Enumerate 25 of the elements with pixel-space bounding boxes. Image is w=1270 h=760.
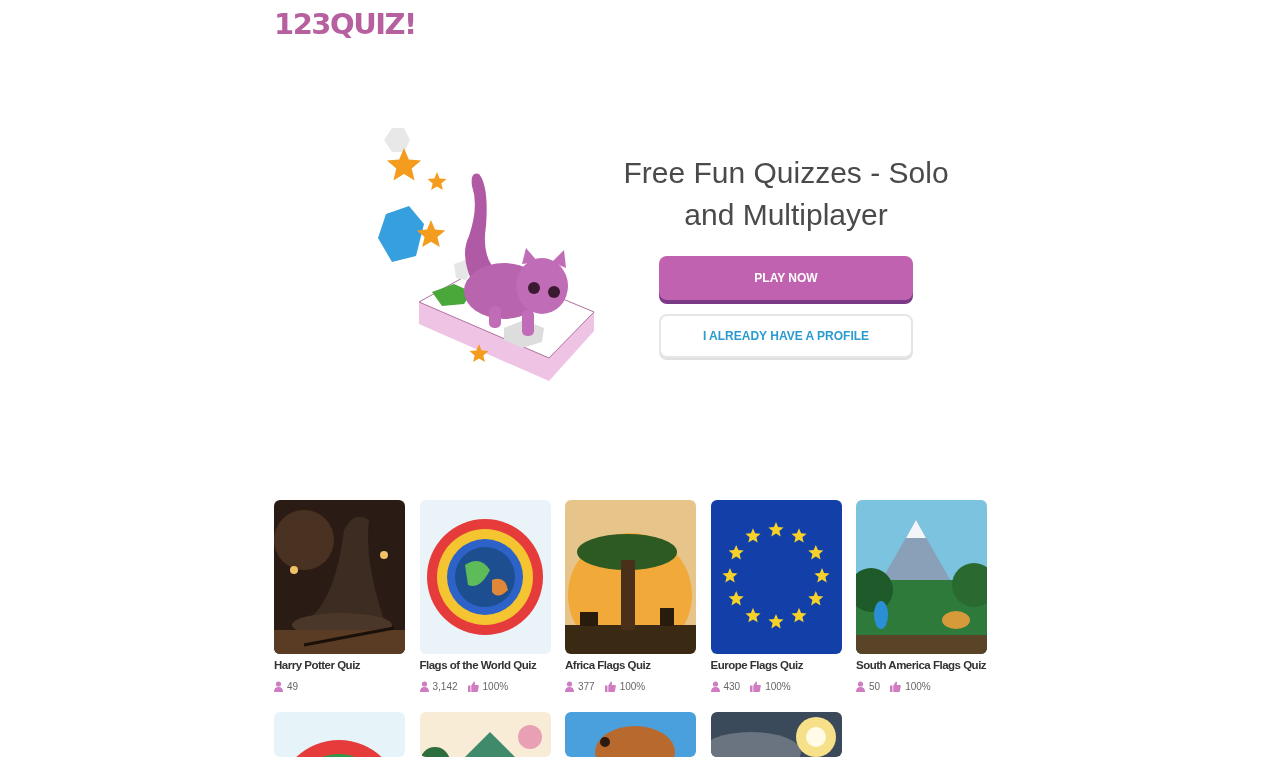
quiz-title[interactable]: Flags of the World Quiz — [419, 659, 537, 671]
player-count: 49 — [287, 680, 299, 692]
quiz-title[interactable]: Harry Potter Quiz — [274, 659, 361, 671]
person-icon — [565, 680, 574, 692]
like-percentage: 100% — [482, 680, 509, 692]
person-icon — [419, 680, 429, 692]
like-percentage: 100% — [765, 680, 791, 692]
quiz-title[interactable]: Africa Flags Quiz — [565, 659, 651, 671]
site-logo[interactable]: 123QUIZ! — [274, 6, 416, 42]
person-icon — [274, 680, 283, 692]
player-count: 377 — [578, 680, 595, 692]
quiz-title[interactable]: Europe Flags Quiz — [710, 659, 803, 671]
like-percentage: 100% — [619, 680, 646, 692]
player-count: 50 — [869, 680, 881, 692]
player-count: 430 — [723, 680, 741, 692]
quiz-title[interactable]: South America Flags Quiz — [856, 659, 987, 671]
thumbs-up-icon — [604, 680, 616, 692]
thumbs-up-icon — [467, 680, 479, 692]
person-icon — [710, 680, 720, 692]
player-count: 3,142 — [432, 680, 458, 692]
like-percentage: 100% — [905, 680, 931, 692]
thumbs-up-icon — [890, 680, 902, 692]
thumbs-up-icon — [750, 680, 762, 692]
hero-title: Free Fun Quizzes - Solo and Multiplayer — [622, 155, 950, 233]
person-icon — [856, 680, 865, 692]
